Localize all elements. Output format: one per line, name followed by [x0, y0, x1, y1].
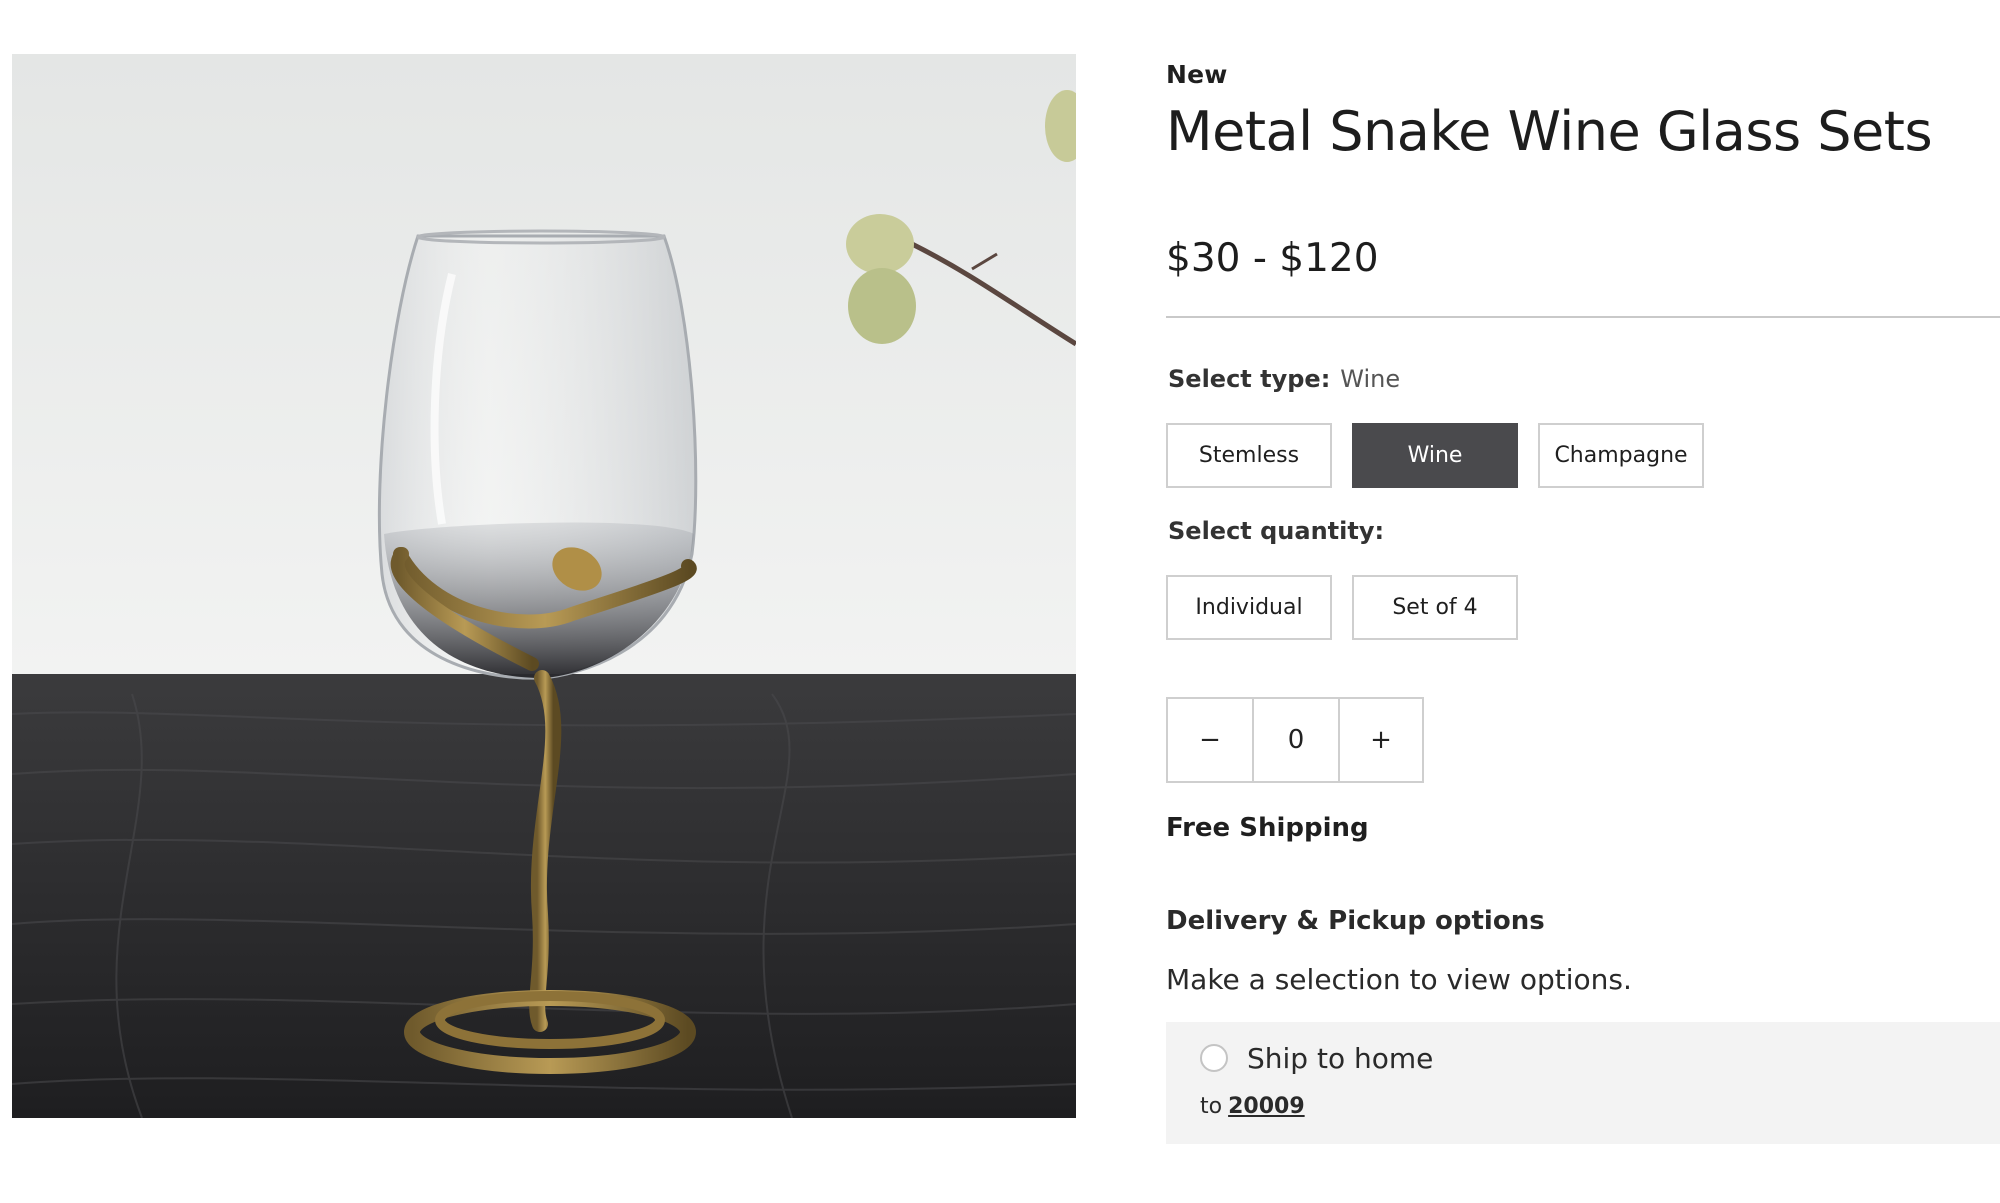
type-selected-value: Wine — [1340, 365, 1401, 393]
ship-to-home-radio[interactable] — [1200, 1044, 1228, 1072]
type-option-stemless[interactable]: Stemless — [1166, 423, 1332, 488]
ship-to-home-label: Ship to home — [1247, 1042, 1434, 1075]
divider — [1166, 316, 2000, 318]
ship-to-home-option[interactable]: Ship to home to 20009 — [1166, 1022, 2000, 1144]
type-selector-label: Select type: Wine — [1168, 365, 1400, 393]
quantity-selector-label: Select quantity: — [1168, 517, 1385, 545]
quantity-option-set-of-4[interactable]: Set of 4 — [1352, 575, 1518, 640]
product-info-panel: New Metal Snake Wine Glass Sets $30 - $1… — [1166, 0, 2000, 1203]
quantity-option-individual[interactable]: Individual — [1166, 575, 1332, 640]
increment-button[interactable]: + — [1338, 699, 1422, 781]
decrement-button[interactable]: − — [1168, 699, 1252, 781]
type-options: Stemless Wine Champagne — [1166, 423, 1704, 488]
quantity-value[interactable]: 0 — [1252, 699, 1338, 781]
delivery-hint: Make a selection to view options. — [1166, 963, 1632, 996]
ship-to-prefix: to — [1200, 1094, 1223, 1119]
delivery-options-title: Delivery & Pickup options — [1166, 906, 1545, 936]
product-image[interactable] — [12, 54, 1076, 1118]
type-option-champagne[interactable]: Champagne — [1538, 423, 1704, 488]
free-shipping-label: Free Shipping — [1166, 813, 1369, 843]
quantity-options: Individual Set of 4 — [1166, 575, 1518, 640]
price-range: $30 - $120 — [1166, 236, 1379, 281]
type-option-wine[interactable]: Wine — [1352, 423, 1518, 488]
ship-to-zip-line: to 20009 — [1200, 1094, 1305, 1119]
product-title: Metal Snake Wine Glass Sets — [1166, 100, 1933, 163]
quantity-stepper: − 0 + — [1166, 697, 1424, 783]
zip-code-link[interactable]: 20009 — [1228, 1094, 1305, 1119]
type-label-text: Select type: — [1168, 365, 1331, 393]
new-badge: New — [1166, 60, 1228, 89]
